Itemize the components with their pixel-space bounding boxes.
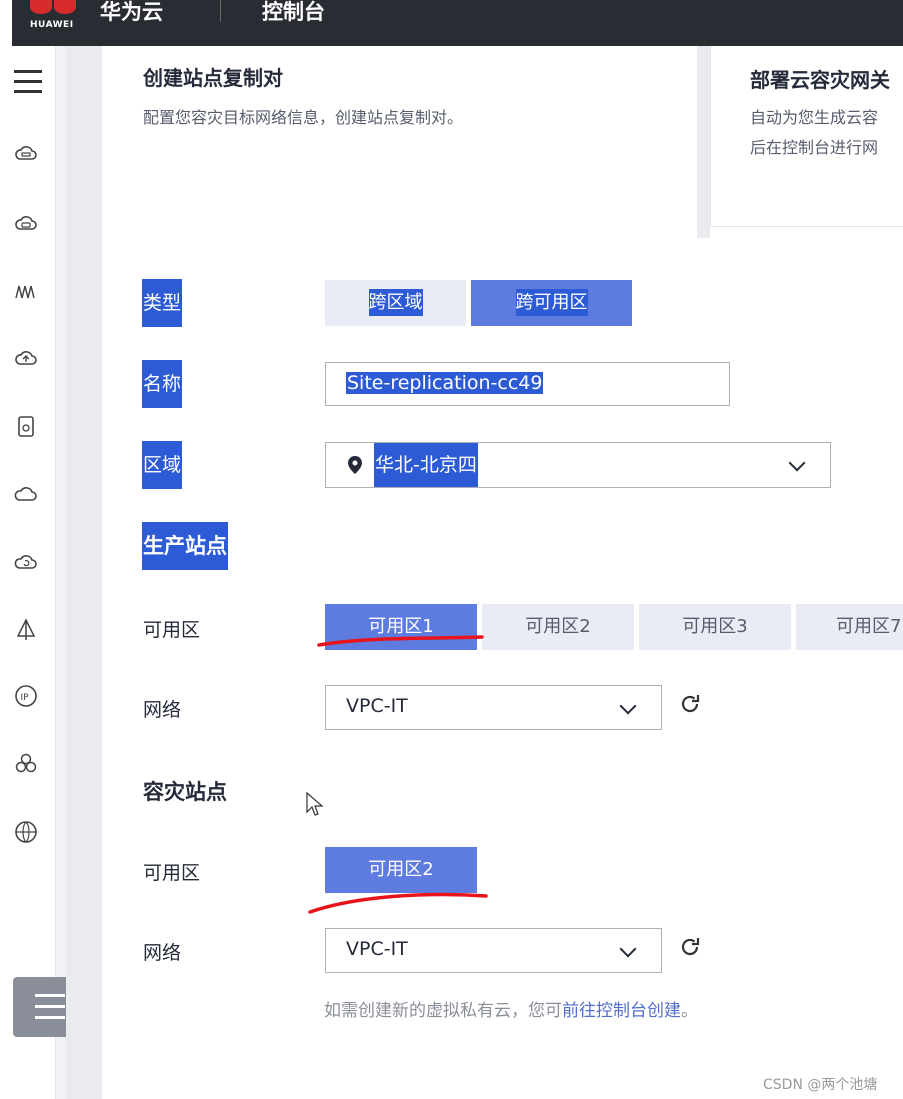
- region-label: 区域: [142, 441, 183, 489]
- type-option-cross-az-label: 跨可用区: [515, 289, 588, 316]
- dr-site-title: 容灾站点: [143, 780, 227, 804]
- topbar-divider: [220, 0, 221, 22]
- ip-icon[interactable]: IP: [12, 684, 40, 712]
- goto-console-link[interactable]: 前往控制台创建: [562, 1001, 681, 1021]
- cluster-icon[interactable]: [12, 752, 40, 780]
- production-site-title: 生产站点: [142, 522, 228, 570]
- storage-device-icon[interactable]: [12, 414, 40, 442]
- app-title[interactable]: 华为云: [100, 0, 163, 26]
- cloud-disk-icon[interactable]: [12, 212, 40, 240]
- region-select[interactable]: 华北-北京四: [325, 442, 831, 488]
- sail-icon[interactable]: [12, 618, 40, 646]
- production-network-select[interactable]: VPC-IT: [325, 685, 662, 730]
- vpc-create-hint-text: 如需创建新的虚拟私有云，您可: [324, 1001, 562, 1021]
- logo-petal-left: [30, 0, 52, 14]
- deploy-gateway-desc-2: 后在控制台进行网: [750, 138, 879, 157]
- refresh-icon[interactable]: [678, 692, 702, 716]
- chevron-down-icon: [619, 697, 637, 715]
- card-gap: [697, 46, 710, 238]
- mouse-cursor-icon: [306, 792, 324, 816]
- vpc-create-hint: 如需创建新的虚拟私有云，您可前往控制台创建。: [324, 996, 698, 1021]
- waveform-icon[interactable]: [12, 280, 40, 308]
- type-label: 类型: [142, 279, 183, 327]
- production-az-option-1[interactable]: 可用区1: [325, 604, 477, 650]
- dr-az-label: 可用区: [143, 862, 201, 884]
- production-network-label: 网络: [143, 699, 182, 721]
- production-az-option-3[interactable]: 可用区3: [639, 604, 791, 650]
- deploy-gateway-title: 部署云容灾网关: [750, 68, 890, 92]
- dr-az-option[interactable]: 可用区2: [325, 847, 477, 893]
- production-az-option-2[interactable]: 可用区2: [482, 604, 634, 650]
- name-input-value: Site-replication-cc49: [346, 372, 544, 394]
- panel-gutter: [66, 46, 102, 1099]
- vpc-create-hint-suffix: 。: [681, 1001, 698, 1021]
- cloud-upload-icon[interactable]: [12, 346, 40, 374]
- create-pair-desc: 配置您容灾目标网络信息，创建站点复制对。: [143, 108, 464, 127]
- cloud-server-icon[interactable]: [12, 142, 40, 170]
- location-pin-icon: [348, 456, 362, 474]
- dr-network-value: VPC-IT: [346, 938, 408, 960]
- cloud-refresh-icon[interactable]: [12, 550, 40, 578]
- chevron-down-icon: [619, 940, 637, 958]
- top-navigation-bar: HUAWEI 华为云 控制台: [12, 0, 903, 46]
- console-link[interactable]: 控制台: [262, 0, 325, 26]
- name-input[interactable]: Site-replication-cc49: [325, 362, 730, 406]
- huawei-logo[interactable]: HUAWEI: [28, 0, 80, 46]
- name-label: 名称: [142, 360, 183, 408]
- service-sidebar: IP: [0, 46, 56, 1099]
- production-az-option-7[interactable]: 可用区7: [796, 604, 903, 650]
- menu-icon[interactable]: [14, 68, 42, 96]
- chevron-down-icon: [788, 454, 806, 472]
- dr-network-select[interactable]: VPC-IT: [325, 928, 662, 973]
- production-az-label: 可用区: [143, 619, 201, 641]
- create-pair-title: 创建站点复制对: [143, 66, 283, 90]
- logo-petal-right: [54, 0, 76, 14]
- cloud-icon[interactable]: [12, 482, 40, 510]
- watermark: CSDN @两个池塘: [763, 1077, 878, 1093]
- logo-brand-text: HUAWEI: [30, 20, 74, 30]
- deploy-gateway-desc-1: 自动为您生成云容: [750, 108, 879, 127]
- production-network-value: VPC-IT: [346, 695, 408, 717]
- region-value: 华北-北京四: [374, 443, 478, 487]
- svg-text:IP: IP: [21, 693, 30, 703]
- type-option-cross-region[interactable]: 跨区域: [325, 280, 466, 326]
- type-option-cross-region-label: 跨区域: [368, 289, 423, 316]
- dr-network-label: 网络: [143, 942, 182, 964]
- globe-icon[interactable]: [12, 820, 40, 848]
- type-option-cross-az[interactable]: 跨可用区: [471, 280, 632, 326]
- refresh-icon[interactable]: [678, 935, 702, 959]
